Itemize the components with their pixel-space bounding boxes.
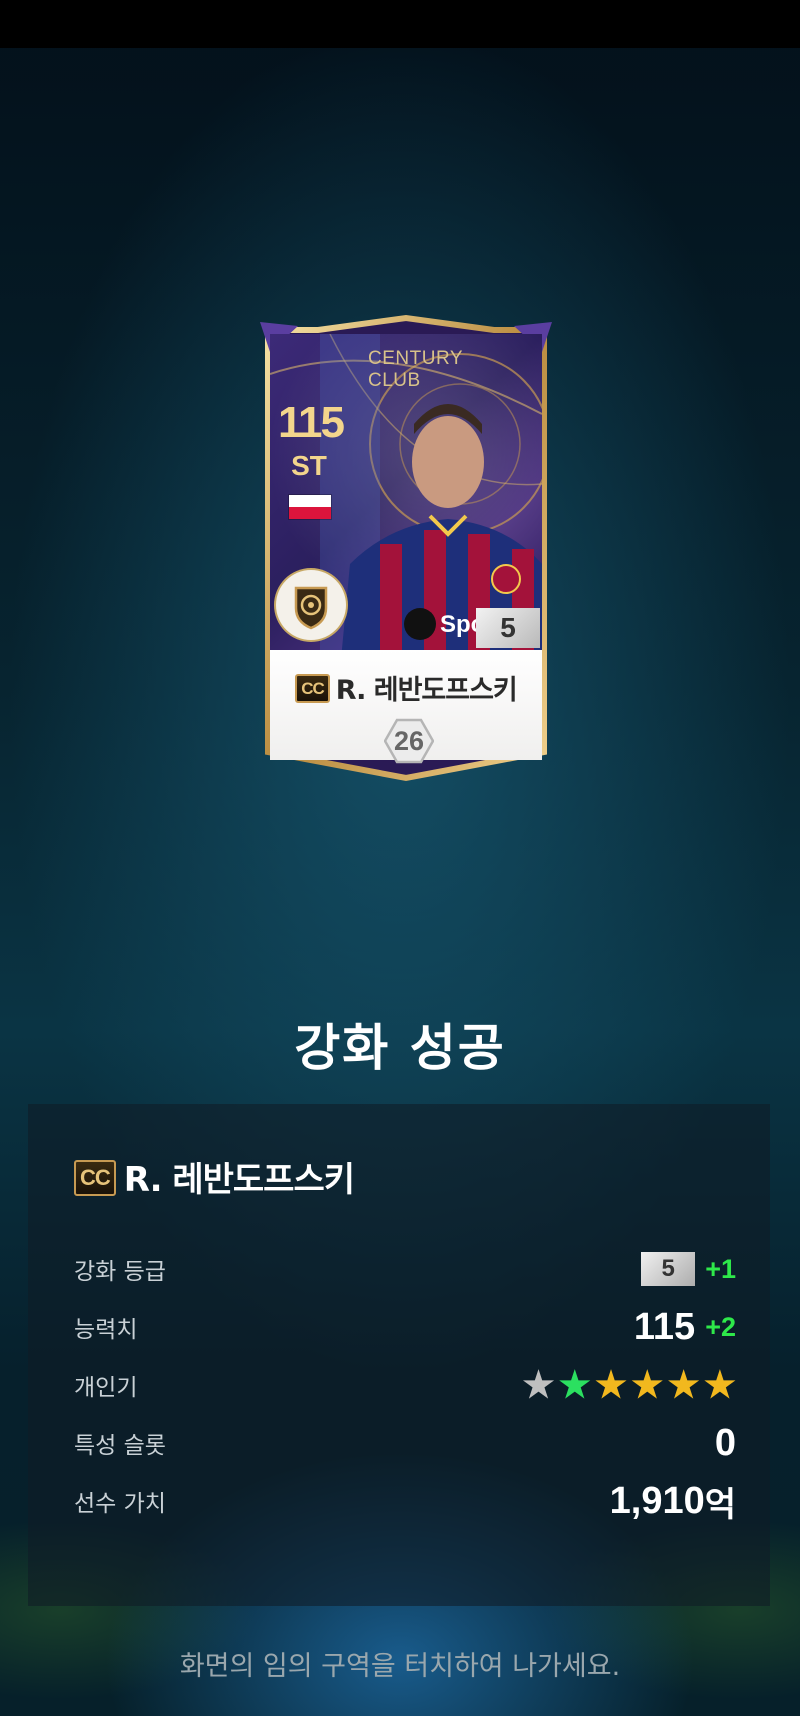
stat-number: 1,910: [609, 1479, 705, 1522]
stat-label: 선수 가치: [74, 1491, 166, 1517]
result-player-name: CC R. 레반도프스키: [74, 1152, 355, 1201]
season-badge: CC: [295, 674, 330, 703]
result-panel: CC R. 레반도프스키 강화 등급 5 +1 능력치 115 +2 개인기 ★ ★…: [28, 1104, 770, 1606]
player-card[interactable]: Spo 115 ST CENTURY CLUB 5 CC R. 레반도프스키 26: [258, 312, 554, 782]
club-emblem-icon: [276, 570, 346, 640]
card-player-name: CC R. 레반도프스키: [270, 668, 542, 707]
stat-row-enhance-grade: 강화 등급 5 +1: [74, 1244, 736, 1294]
stat-label: 능력치: [74, 1317, 138, 1343]
stat-value: 115 +2: [634, 1302, 736, 1352]
grade-chip: 5: [641, 1252, 696, 1286]
stat-value: 1,910 억: [610, 1476, 736, 1526]
star-icon: ★: [703, 1364, 736, 1405]
status-bar: [0, 0, 800, 48]
card-player-name-text: R. 레반도프스키: [335, 675, 518, 706]
card-grade-badge: 5: [476, 608, 540, 648]
overall-value: 26: [393, 725, 425, 756]
result-title: 강화 성공: [294, 1019, 506, 1077]
stat-unit: 억: [704, 1484, 736, 1525]
stat-number: 0: [714, 1421, 736, 1464]
skill-stars: ★ ★ ★ ★ ★ ★: [522, 1367, 736, 1403]
stat-row-ability: 능력치 115 +2: [74, 1302, 736, 1352]
stat-delta: +1: [705, 1253, 736, 1284]
star-icon: ★: [558, 1364, 591, 1405]
season-badge: CC: [74, 1159, 116, 1196]
star-icon: ★: [667, 1364, 700, 1405]
star-icon: ★: [522, 1364, 555, 1405]
overall-badge: 26: [384, 718, 434, 764]
season-label: CENTURY CLUB: [368, 348, 468, 392]
exit-hint[interactable]: 화면의 임의 구역을 터치하여 나가세요.: [0, 1644, 800, 1683]
card-rating: 115: [278, 398, 345, 447]
stat-value: ★ ★ ★ ★ ★ ★: [522, 1360, 736, 1410]
season-label-line1: CENTURY: [368, 348, 463, 369]
star-icon: ★: [631, 1364, 664, 1405]
star-icon: ★: [594, 1364, 628, 1405]
stat-value: 0: [715, 1418, 736, 1468]
stat-label: 개인기: [74, 1375, 138, 1401]
stat-number: 115: [633, 1305, 696, 1348]
season-label-line2: CLUB: [368, 370, 421, 391]
stat-delta: +2: [705, 1311, 736, 1342]
result-player-name-text: R. 레반도프스키: [123, 1160, 355, 1200]
flag-poland-icon: [288, 494, 332, 520]
stat-row-skill-moves: 개인기 ★ ★ ★ ★ ★ ★: [74, 1360, 736, 1410]
stat-row-player-value: 선수 가치 1,910 억: [74, 1476, 736, 1526]
stat-value: 5 +1: [641, 1244, 736, 1294]
stat-row-trait-slots: 특성 슬롯 0: [74, 1418, 736, 1468]
card-position: ST: [291, 450, 327, 481]
stat-label: 특성 슬롯: [74, 1433, 166, 1459]
stat-label: 강화 등급: [74, 1259, 166, 1285]
card-name-bar: CC R. 레반도프스키 26: [270, 650, 542, 764]
